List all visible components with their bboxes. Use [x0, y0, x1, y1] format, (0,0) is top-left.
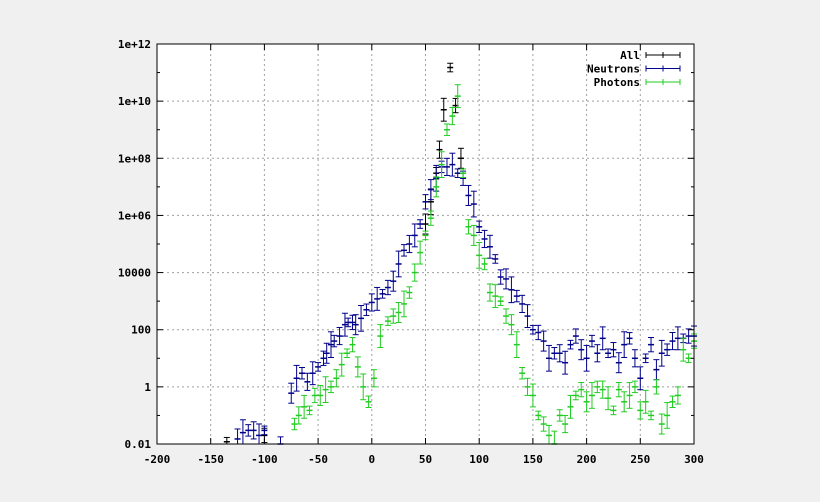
- legend-label: Photons: [594, 76, 640, 89]
- x-tick-label: -200: [144, 453, 171, 466]
- y-tick-label: 1e+06: [118, 209, 151, 222]
- y-tick-label: 1e+10: [118, 95, 151, 108]
- x-tick-label: 300: [684, 453, 704, 466]
- x-tick-label: -50: [308, 453, 328, 466]
- y-tick-label: 100: [131, 324, 151, 337]
- chart-stage: -200 -150 -100 -50 0 50 100 150 200 250 300 0.01 1 10…: [0, 0, 820, 502]
- x-tick-label: 0: [368, 453, 375, 466]
- x-tick-label: 250: [630, 453, 650, 466]
- y-tick-label: 1e+08: [118, 152, 151, 165]
- x-tick-label: -100: [251, 453, 278, 466]
- y-tick-label: 10000: [118, 267, 151, 280]
- x-tick-label: -150: [197, 453, 224, 466]
- y-tick-label: 1: [144, 381, 151, 394]
- y-tick-label: 0.01: [125, 438, 152, 451]
- x-tick-label: 50: [419, 453, 432, 466]
- x-tick-label: 100: [469, 453, 489, 466]
- y-tick-label: 1e+12: [118, 38, 151, 51]
- x-tick-label: 150: [523, 453, 543, 466]
- legend-label: All: [620, 49, 640, 62]
- log-scale-scatter-chart: -200 -150 -100 -50 0 50 100 150 200 250 300 0.01 1 10…: [118, 38, 704, 466]
- x-tick-label: 200: [577, 453, 597, 466]
- legend-label: Neutrons: [587, 63, 640, 76]
